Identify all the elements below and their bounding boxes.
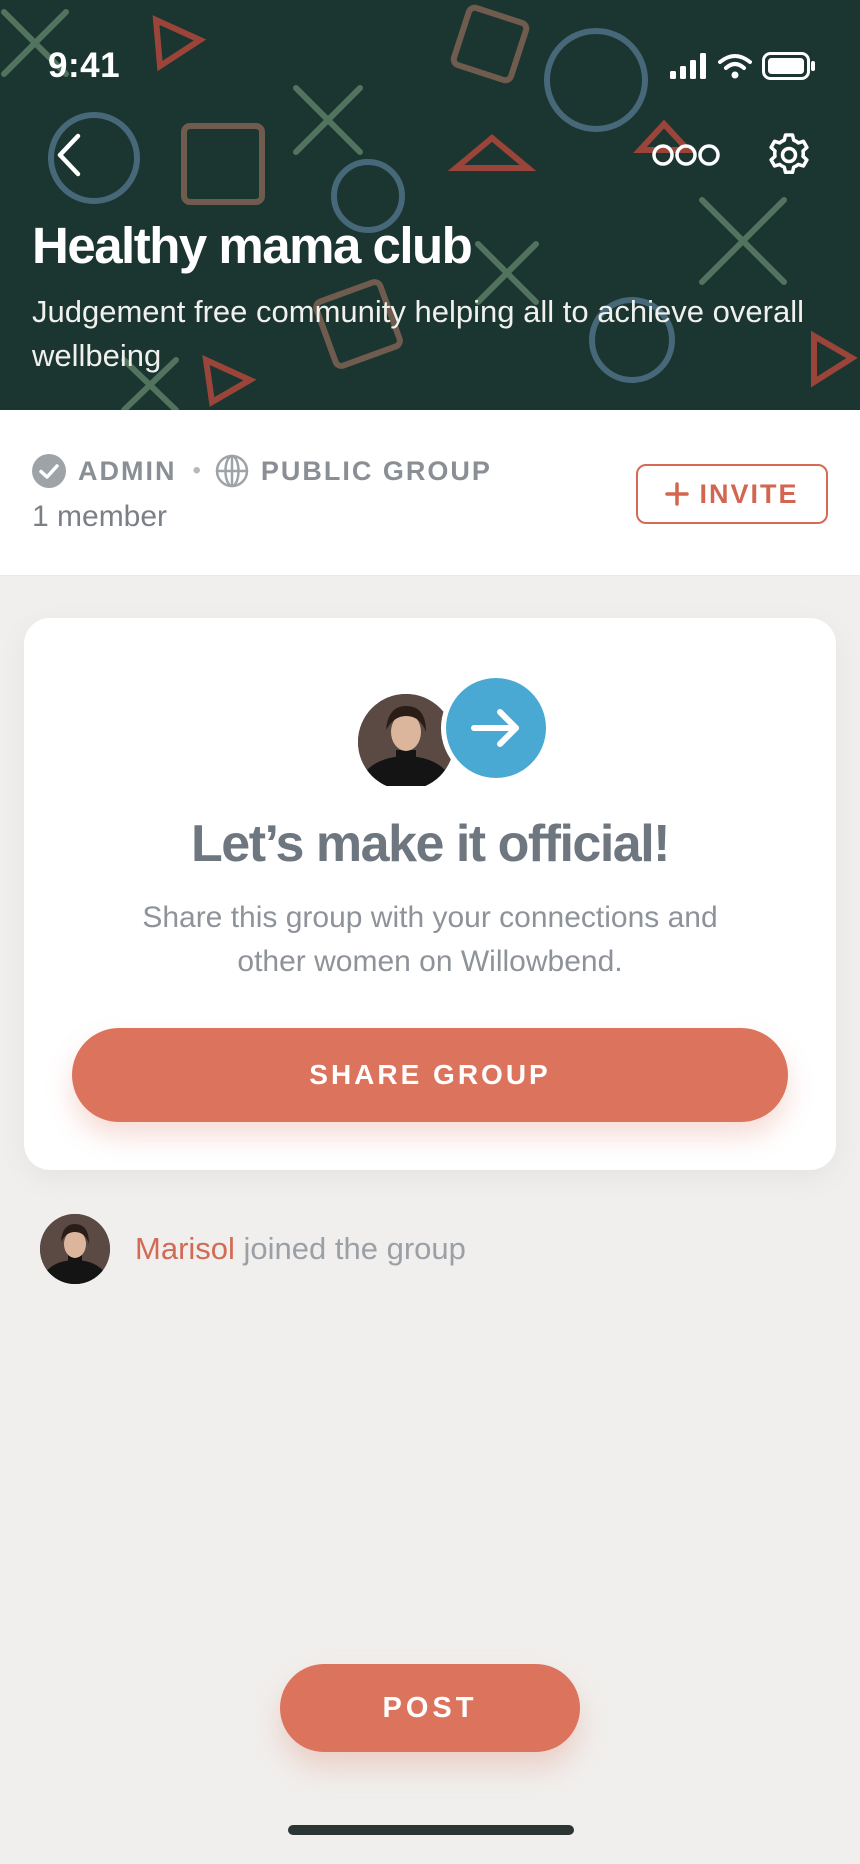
group-meta-row: ADMIN • PUBLIC GROUP xyxy=(32,454,492,488)
avatar-share-graphic xyxy=(358,673,551,786)
role-label: ADMIN xyxy=(78,455,177,486)
visibility-label: PUBLIC GROUP xyxy=(260,455,492,486)
status-icons xyxy=(670,52,816,80)
separator-dot: • xyxy=(192,457,201,484)
check-circle-icon xyxy=(32,454,66,488)
group-title: Healthy mama club xyxy=(32,217,473,274)
member-count: 1 member xyxy=(32,500,168,533)
activity-text: Marisol joined the group xyxy=(135,1231,466,1267)
globe-icon xyxy=(215,454,249,488)
post-button[interactable]: POST xyxy=(280,1664,580,1752)
avatar[interactable] xyxy=(40,1214,110,1284)
promo-text: Share this group with your connections a… xyxy=(142,901,718,978)
more-options-button[interactable] xyxy=(652,138,720,172)
chevron-left-icon xyxy=(57,133,81,177)
wifi-icon xyxy=(718,54,752,79)
group-description: Judgement free community helping all to … xyxy=(32,294,804,373)
signal-icon xyxy=(670,53,706,79)
invite-button[interactable]: INVITE xyxy=(636,464,828,524)
status-time: 9:41 xyxy=(48,46,121,85)
share-promo-card: Let’s make it official! Share this group… xyxy=(24,618,836,1170)
plus-icon xyxy=(665,482,690,506)
home-indicator xyxy=(288,1825,574,1835)
group-meta: ADMIN • PUBLIC GROUP 1 member INVITE xyxy=(0,410,860,576)
activity-description: joined the group xyxy=(234,1231,466,1266)
battery-icon xyxy=(762,52,815,80)
promo-title: Let’s make it official! xyxy=(191,815,670,873)
share-group-button[interactable]: SHARE GROUP xyxy=(72,1028,788,1122)
settings-button[interactable] xyxy=(766,132,812,178)
group-header: 9:41 Healthy mama club Judgement free co… xyxy=(0,0,860,410)
member-name-link[interactable]: Marisol xyxy=(135,1231,235,1266)
arrow-bubble xyxy=(441,673,551,783)
back-button[interactable] xyxy=(48,130,92,180)
gear-icon xyxy=(769,133,809,175)
invite-label: INVITE xyxy=(699,478,799,509)
activity-item: Marisol joined the group xyxy=(40,1214,466,1284)
more-icon xyxy=(652,144,720,166)
